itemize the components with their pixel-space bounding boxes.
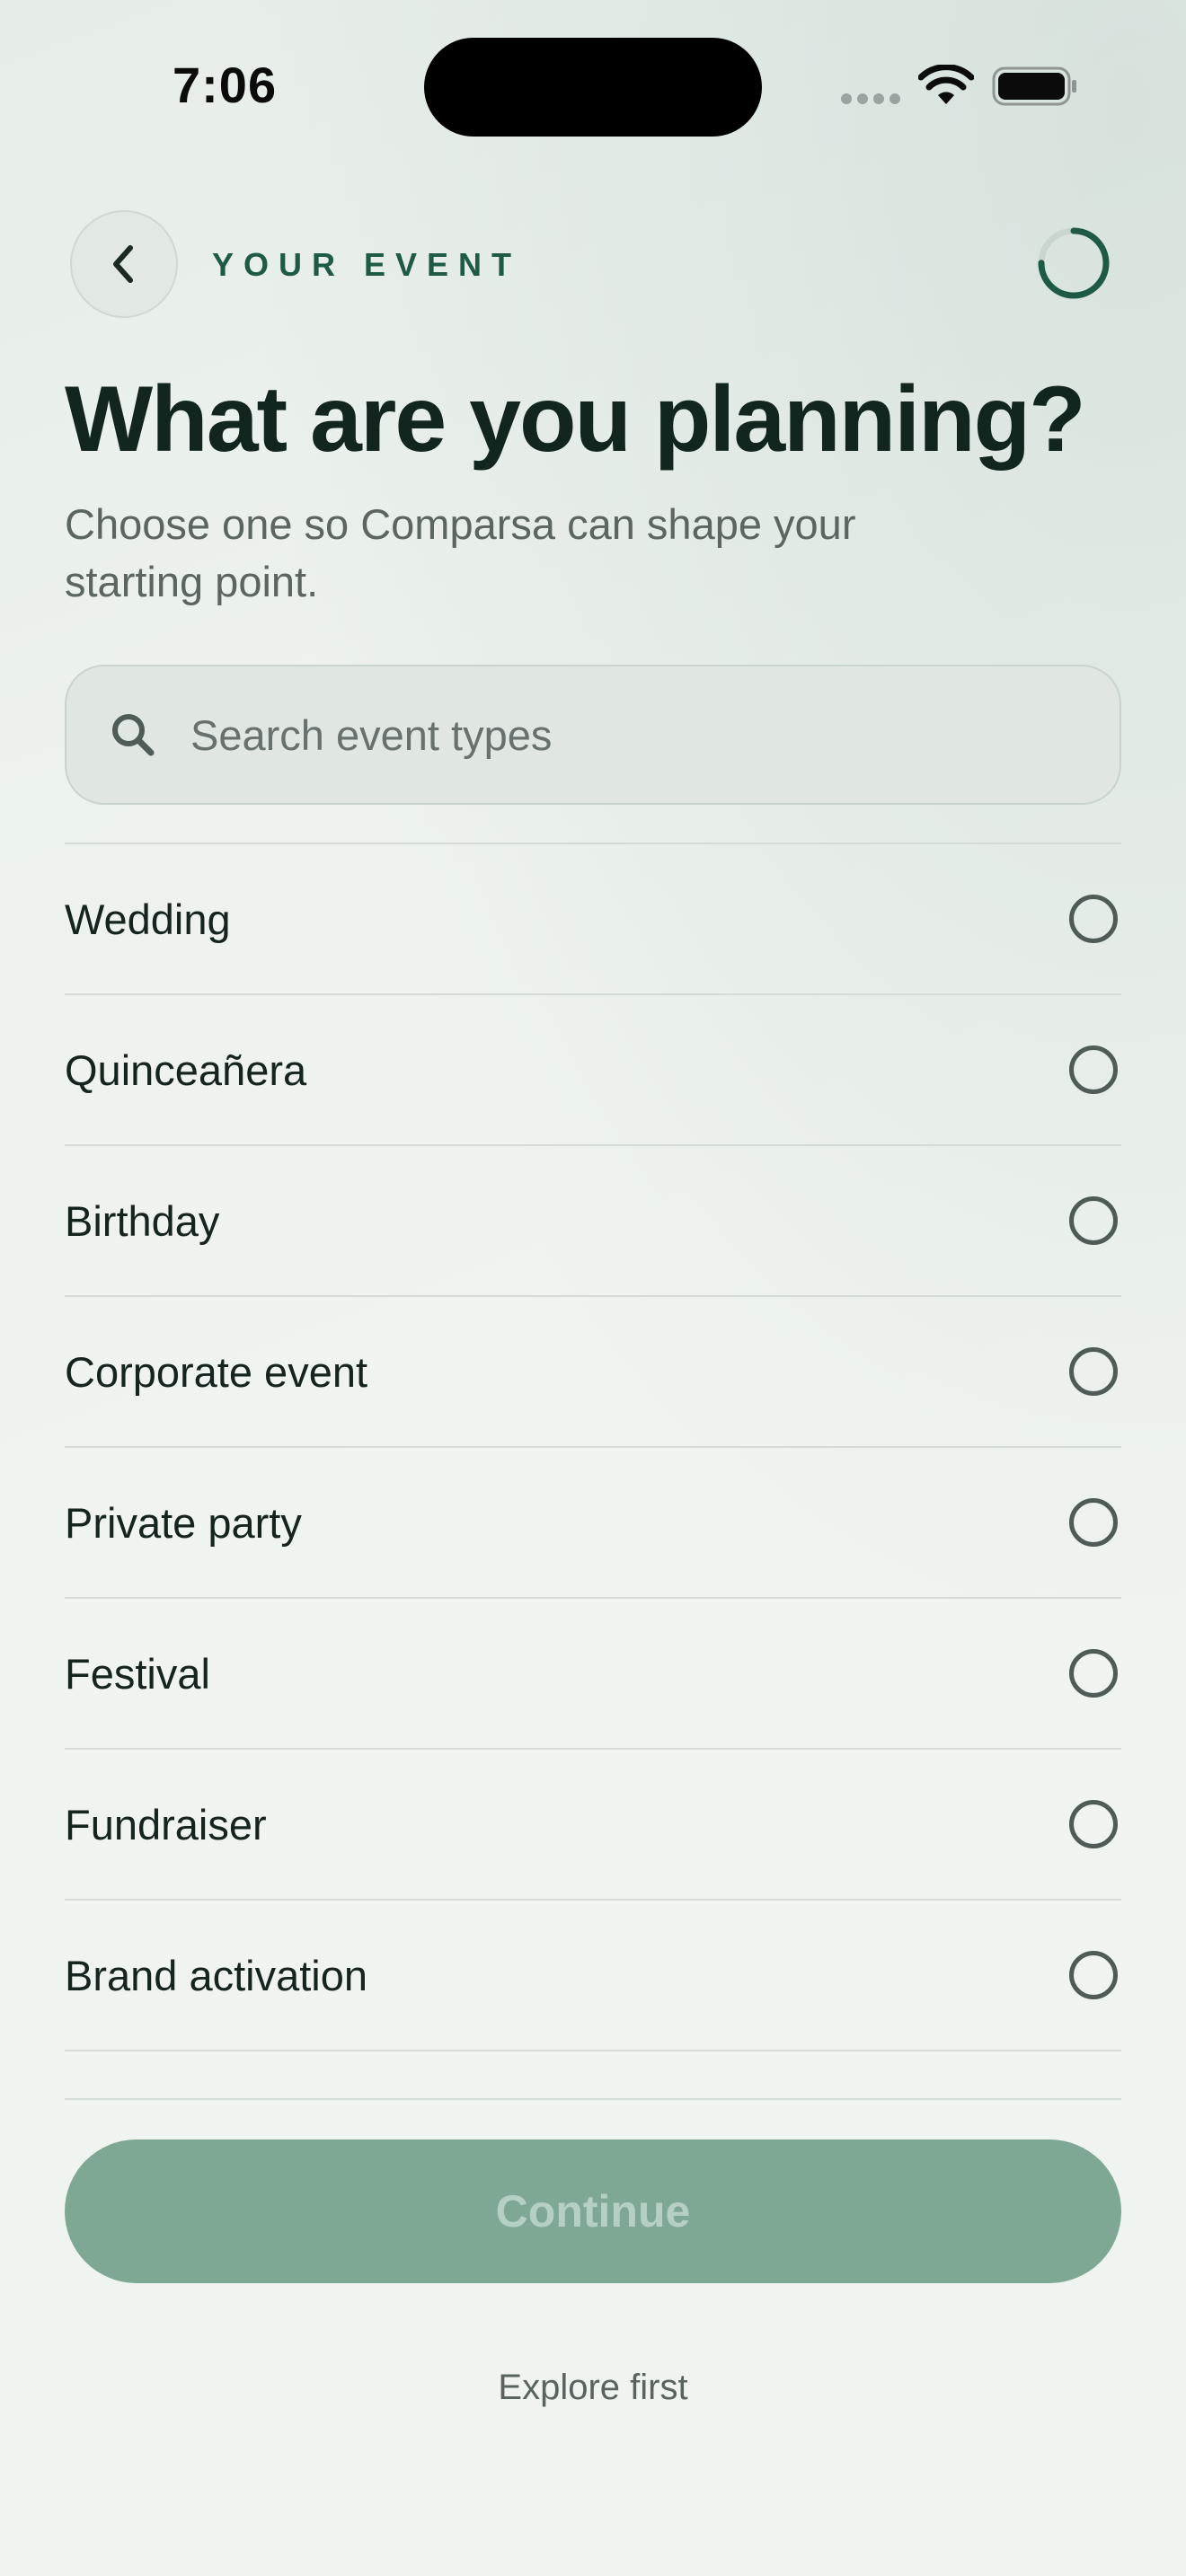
progress-ring-icon [1038, 227, 1110, 299]
radio-unchecked-icon[interactable] [1069, 1951, 1118, 1999]
radio-unchecked-icon[interactable] [1069, 1196, 1118, 1245]
event-option-label: Wedding [65, 895, 231, 943]
event-option-brand-activation[interactable]: Brand activation [65, 1901, 1121, 2051]
radio-unchecked-icon[interactable] [1069, 1498, 1118, 1547]
status-time: 7:06 [173, 57, 278, 113]
radio-unchecked-icon[interactable] [1069, 1649, 1118, 1698]
event-option-festival[interactable]: Festival [65, 1599, 1121, 1750]
event-option-label: Quinceañera [65, 1045, 307, 1094]
page-title: What are you planning? [65, 367, 1086, 472]
event-option-private-party[interactable]: Private party [65, 1448, 1121, 1599]
back-button[interactable] [70, 210, 178, 318]
continue-button[interactable]: Continue [65, 2139, 1121, 2283]
event-option-label: Corporate event [65, 1347, 368, 1396]
wifi-icon [918, 65, 974, 104]
event-type-list: Wedding Quinceañera Birthday Corporate e… [65, 842, 1121, 2051]
dynamic-island [424, 38, 762, 137]
radio-unchecked-icon[interactable] [1069, 1347, 1118, 1396]
event-option-wedding[interactable]: Wedding [65, 844, 1121, 995]
radio-unchecked-icon[interactable] [1069, 1800, 1118, 1848]
event-option-label: Private party [65, 1498, 302, 1547]
page-subtitle: Choose one so Comparsa can shape your st… [65, 500, 856, 605]
event-option-label: Birthday [65, 1196, 220, 1245]
search-icon [112, 714, 155, 756]
search-input[interactable] [189, 709, 1073, 761]
section-eyebrow: YOUR EVENT [212, 246, 522, 283]
event-option-quinceanera[interactable]: Quinceañera [65, 995, 1121, 1146]
radio-unchecked-icon[interactable] [1069, 1045, 1118, 1094]
event-option-label: Fundraiser [65, 1800, 267, 1848]
battery-icon [992, 66, 1076, 106]
chevron-left-icon [113, 245, 133, 283]
explore-first-link[interactable]: Explore first [0, 2368, 1186, 2408]
radio-unchecked-icon[interactable] [1069, 895, 1118, 943]
divider [65, 2098, 1121, 2100]
cellular-signal-icon [841, 93, 900, 104]
event-option-label: Festival [65, 1649, 210, 1698]
event-option-birthday[interactable]: Birthday [65, 1146, 1121, 1297]
event-option-label: Brand activation [65, 1951, 368, 1999]
search-field[interactable] [65, 665, 1121, 805]
event-option-corporate-event[interactable]: Corporate event [65, 1297, 1121, 1448]
event-option-fundraiser[interactable]: Fundraiser [65, 1750, 1121, 1901]
